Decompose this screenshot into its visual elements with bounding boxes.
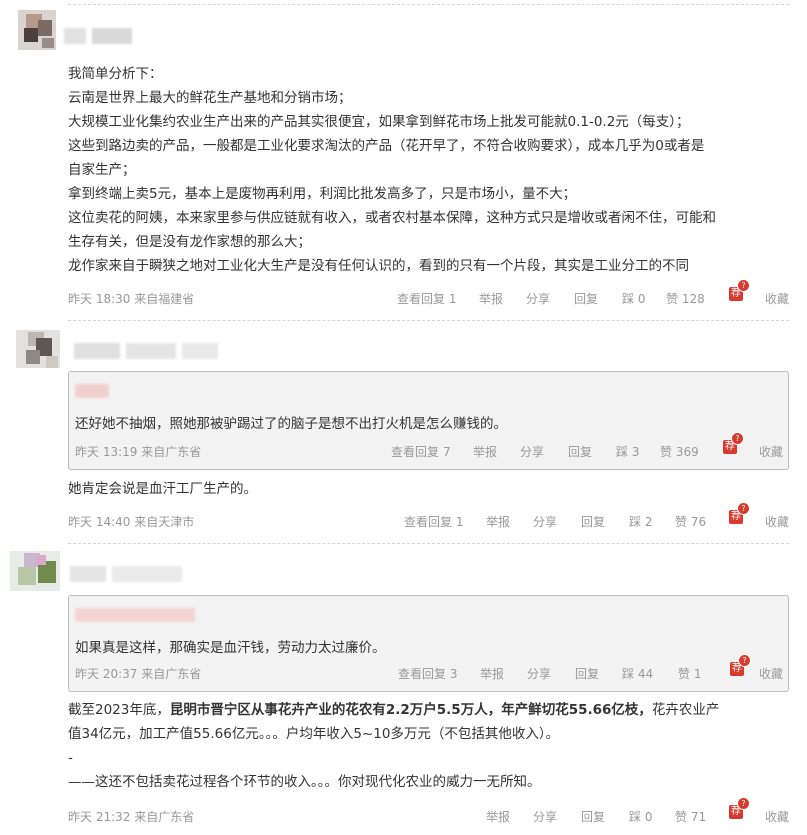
text-segment: 花卉农业产 xyxy=(651,702,720,718)
report-button[interactable]: 举报 xyxy=(486,808,510,825)
recommend-icon[interactable]: 荐? xyxy=(729,279,750,301)
comment-line: 我简单分析下： xyxy=(68,66,163,82)
dislike-button[interactable]: 踩 0 xyxy=(629,808,652,825)
timestamp: 昨天 13:19 来自广东省 xyxy=(75,445,202,459)
quoted-text: 如果真是这样，那确实是血汗钱，劳动力太过廉价。 xyxy=(75,640,386,656)
separator xyxy=(68,4,789,5)
share-button[interactable]: 分享 xyxy=(533,808,557,825)
timestamp: 昨天 20:37 来自广东省 xyxy=(75,667,202,681)
dislike-button[interactable]: 踩 2 xyxy=(629,513,652,530)
view-replies-link[interactable]: 查看回复 7 xyxy=(391,443,450,460)
comment-line: 云南是世界上最大的鲜花生产基地和分销市场； xyxy=(68,90,352,106)
dislike-button[interactable]: 踩 3 xyxy=(616,443,639,460)
timestamp: 昨天 21:32 来自广东省 xyxy=(68,810,195,824)
quoted-comment: 如果真是这样，那确实是血汗钱，劳动力太过廉价。 昨天 20:37 来自广东省 查… xyxy=(68,595,789,692)
comment-meta: 昨天 14:40 来自天津市 查看回复 1 举报 分享 回复 踩 2 赞 76 … xyxy=(68,502,789,533)
comment-line: 自家生产； xyxy=(68,162,136,178)
comment-line: 生存有关，但是没有龙作家想的那么大； xyxy=(68,234,311,250)
separator xyxy=(68,543,789,544)
comment-line: 拿到终端上卖5元，基本上是废物再利用，利润比批发高多了，只是市场小，量不大； xyxy=(68,186,577,202)
comment-line: 龙作家来自于瞬狭之地对工业化大生产是没有任何认识的，看到的只有一个片段，其实是工… xyxy=(68,258,689,274)
quoted-username[interactable] xyxy=(75,608,195,622)
quoted-text: 还好她不抽烟，照她那被驴踢过了的脑子是想不出打火机是怎么赚钱的。 xyxy=(75,416,507,432)
reply-button[interactable]: 回复 xyxy=(574,290,598,307)
share-button[interactable]: 分享 xyxy=(526,290,550,307)
view-replies-link[interactable]: 查看回复 1 xyxy=(397,290,456,307)
username[interactable] xyxy=(74,343,224,361)
share-button[interactable]: 分享 xyxy=(520,443,544,460)
comment-text: 她肯定会说是血汗工厂生产的。 xyxy=(68,477,789,501)
timestamp: 昨天 18:30 来自福建省 xyxy=(68,292,195,306)
quoted-meta: 昨天 20:37 来自广东省 查看回复 3 举报 分享 回复 踩 44 赞 1 … xyxy=(75,654,789,685)
recommend-icon[interactable]: 荐? xyxy=(729,797,750,819)
quoted-comment: 还好她不抽烟，照她那被驴踢过了的脑子是想不出打火机是怎么赚钱的。 昨天 13:1… xyxy=(68,371,789,470)
comment-line: 这位卖花的阿姨，本来家里参与供应链就有收入，或者农村基本保障，这种方式只是增收或… xyxy=(68,210,716,226)
username[interactable] xyxy=(64,28,138,46)
like-button[interactable]: 赞 1 xyxy=(678,665,701,682)
comment-line: 值34亿元，加工产值55.66亿元。。。户均年收入5~10多万元（不包括其他收入… xyxy=(68,726,560,742)
comment-line: - xyxy=(68,750,73,766)
reply-button[interactable]: 回复 xyxy=(581,808,605,825)
avatar[interactable] xyxy=(16,330,60,368)
report-button[interactable]: 举报 xyxy=(479,290,503,307)
dislike-button[interactable]: 踩 44 xyxy=(622,665,653,682)
report-button[interactable]: 举报 xyxy=(486,513,510,530)
reply-button[interactable]: 回复 xyxy=(581,513,605,530)
comment-meta: 昨天 21:32 来自广东省 举报 分享 回复 踩 0 赞 71 荐? 收藏 xyxy=(68,797,789,828)
like-button[interactable]: 赞 76 xyxy=(675,513,706,530)
favorite-button[interactable]: 收藏 xyxy=(765,808,789,825)
share-button[interactable]: 分享 xyxy=(533,513,557,530)
view-replies-link[interactable]: 查看回复 3 xyxy=(398,665,457,682)
favorite-button[interactable]: 收藏 xyxy=(765,290,789,307)
like-button[interactable]: 赞 71 xyxy=(675,808,706,825)
text-segment: 截至2023年底， xyxy=(68,702,170,718)
avatar[interactable] xyxy=(18,10,56,50)
share-button[interactable]: 分享 xyxy=(527,665,551,682)
favorite-button[interactable]: 收藏 xyxy=(759,443,783,460)
comment-line: 截至2023年底，昆明市晋宁区从事花卉产业的花农有2.2万户5.5万人，年产鲜切… xyxy=(68,698,789,722)
like-button[interactable]: 赞 369 xyxy=(660,443,699,460)
report-button[interactable]: 举报 xyxy=(480,665,504,682)
report-button[interactable]: 举报 xyxy=(473,443,497,460)
separator xyxy=(68,320,789,321)
comment-line: 这些到路边卖的产品，一般都是工业化要求淘汰的产品（花开早了，不符合收购要求），成… xyxy=(68,138,705,154)
favorite-button[interactable]: 收藏 xyxy=(759,665,783,682)
recommend-icon[interactable]: 荐? xyxy=(729,502,750,524)
comment-text: 截至2023年底，昆明市晋宁区从事花卉产业的花农有2.2万户5.5万人，年产鲜切… xyxy=(68,698,789,794)
reply-button[interactable]: 回复 xyxy=(575,665,599,682)
recommend-icon[interactable]: 荐? xyxy=(723,432,744,454)
dislike-button[interactable]: 踩 0 xyxy=(622,290,645,307)
username[interactable] xyxy=(70,566,188,584)
recommend-icon[interactable]: 荐? xyxy=(730,654,751,676)
timestamp: 昨天 14:40 来自天津市 xyxy=(68,515,195,529)
favorite-button[interactable]: 收藏 xyxy=(765,513,789,530)
comment-text: 我简单分析下： 云南是世界上最大的鲜花生产基地和分销市场； 大规模工业化集约农业… xyxy=(68,62,789,278)
comment-meta: 昨天 18:30 来自福建省 查看回复 1 举报 分享 回复 踩 0 赞 128… xyxy=(68,279,789,310)
view-replies-link[interactable]: 查看回复 1 xyxy=(404,513,463,530)
comment-line: 大规模工业化集约农业生产出来的产品其实很便宜，如果拿到鲜花市场上批发可能就0.1… xyxy=(68,114,690,130)
reply-button[interactable]: 回复 xyxy=(568,443,592,460)
like-button[interactable]: 赞 128 xyxy=(666,290,705,307)
comment-line: ——这还不包括卖花过程各个环节的收入。。。你对现代化农业的威力一无所知。 xyxy=(68,774,541,790)
avatar[interactable] xyxy=(10,551,60,591)
quoted-meta: 昨天 13:19 来自广东省 查看回复 7 举报 分享 回复 踩 3 赞 369… xyxy=(75,432,789,463)
quoted-username[interactable] xyxy=(75,384,109,398)
comment-line: 她肯定会说是血汗工厂生产的。 xyxy=(68,481,257,497)
bold-text: 昆明市晋宁区从事花卉产业的花农有2.2万户5.5万人，年产鲜切花55.66亿枝， xyxy=(169,702,652,718)
